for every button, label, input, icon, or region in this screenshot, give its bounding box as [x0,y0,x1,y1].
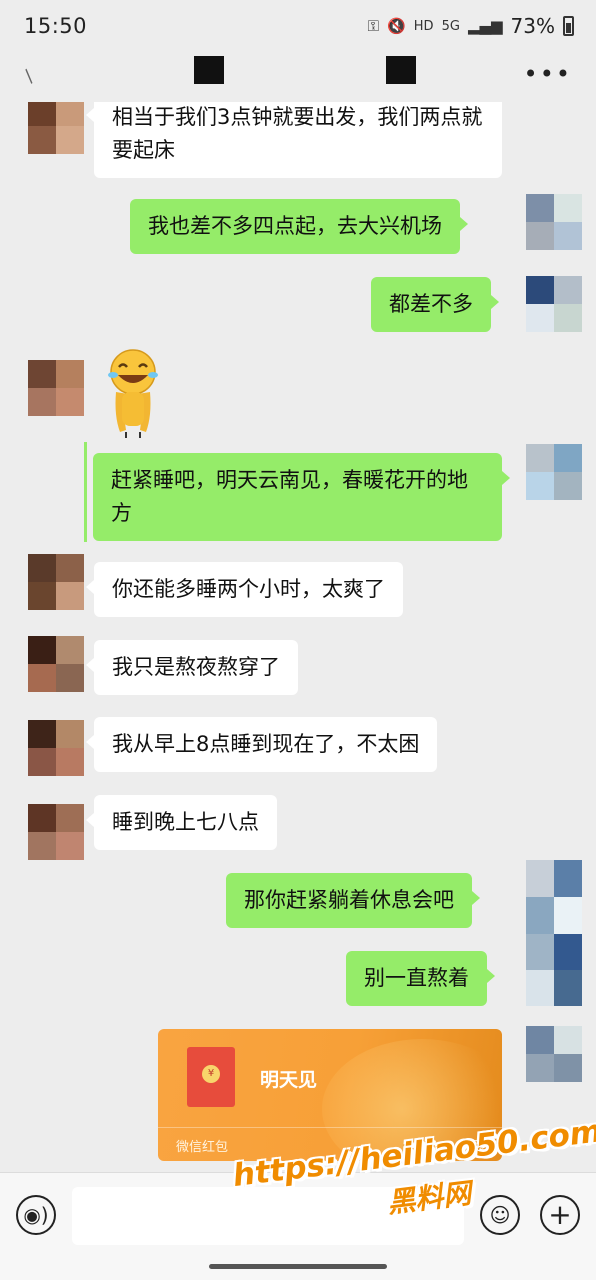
envelope-seal: ¥ [202,1065,220,1083]
voice-input-icon[interactable]: ◉) [16,1195,56,1235]
contact-avatar[interactable] [28,720,84,776]
watermark-name: 黑料网 [385,1176,473,1220]
message-bubble-outgoing[interactable]: 我也差不多四点起，去大兴机场 [130,199,468,254]
self-avatar[interactable] [526,1026,582,1082]
status-bar: 15:50 ⚿ 🔇 HD 5G ▂▄▆ 73% [0,0,596,52]
redacted-title-block [386,56,416,84]
chat-header: / ••• [0,52,596,102]
red-packet-title: 明天见 [260,1069,318,1091]
pen-icon[interactable]: / [20,67,38,87]
battery-icon [563,16,574,36]
chat-area[interactable]: 相当于我们3点钟就要出发，我们两点就要起床 我也差不多四点起，去大兴机场 都差不… [0,102,596,1172]
contact-avatar[interactable] [28,804,84,860]
hd-indicator: HD [413,18,434,34]
self-avatar[interactable] [526,934,582,1006]
mute-icon: 🔇 [387,17,406,35]
signal-icon: ▂▄▆ [467,17,503,35]
message-bubble-incoming[interactable]: 相当于我们3点钟就要出发，我们两点就要起床 [86,102,502,178]
red-packet-label: 微信红包 [176,1140,229,1155]
self-avatar[interactable] [526,444,582,500]
battery-percent: 73% [510,14,555,38]
self-avatar[interactable] [526,194,582,250]
key-icon: ⚿ [367,17,380,35]
contact-avatar[interactable] [28,102,84,154]
contact-avatar[interactable] [28,360,84,416]
red-envelope-icon: ¥ [187,1047,235,1107]
more-dots-icon[interactable]: ••• [524,60,572,88]
self-avatar[interactable] [526,860,582,934]
home-indicator[interactable] [209,1264,387,1269]
message-bubble-incoming[interactable]: 你还能多睡两个小时，太爽了 [86,562,403,617]
message-bubble-outgoing[interactable]: 赶紧睡吧，明天云南见，春暖花开的地方 [93,453,510,541]
status-icons: ⚿ 🔇 HD 5G ▂▄▆ 73% [368,14,574,38]
contact-avatar[interactable] [28,636,84,692]
laughing-tears-emoji[interactable] [102,348,164,440]
message-bubble-outgoing[interactable]: 都差不多 [371,277,499,332]
message-bubble-outgoing[interactable]: 那你赶紧躺着休息会吧 [226,873,480,928]
redacted-title-block [194,56,224,84]
status-time: 15:50 [24,14,88,38]
message-bubble-outgoing[interactable]: 别一直熬着 [346,951,495,1006]
message-bubble-incoming[interactable]: 我只是熬夜熬穿了 [86,640,298,695]
message-bubble-incoming[interactable]: 我从早上8点睡到现在了，不太困 [85,717,438,772]
5g-indicator: 5G [441,18,460,34]
message-bubble-incoming[interactable]: 睡到晚上七八点 [86,795,277,850]
selection-bar [84,442,87,542]
contact-avatar[interactable] [28,554,84,610]
self-avatar[interactable] [526,276,582,332]
